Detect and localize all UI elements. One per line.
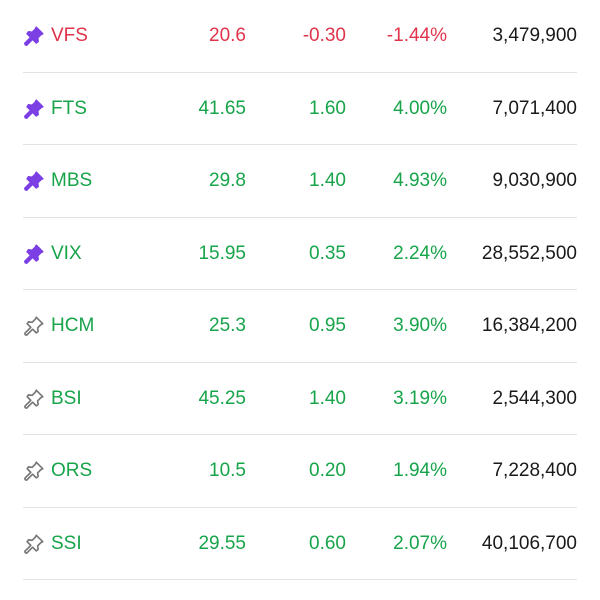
stock-symbol[interactable]: FTS: [51, 73, 87, 145]
watchlist-row[interactable]: FTS 41.65 1.60 4.00% 7,071,400: [23, 73, 577, 145]
stock-symbol[interactable]: SSI: [51, 508, 82, 580]
pin-filled-icon: [24, 171, 44, 191]
stock-price: 41.65: [198, 97, 246, 119]
pin-icon[interactable]: [23, 460, 45, 482]
stock-volume: 40,106,700: [481, 532, 577, 554]
stock-price: 20.6: [209, 25, 246, 46]
watchlist-row[interactable]: HCM 25.3 0.95 3.90% 16,384,200: [23, 290, 577, 363]
stock-price: 29.55: [198, 532, 246, 554]
stock-change: 0.95: [309, 315, 346, 336]
watchlist-row[interactable]: VFS 20.6 -0.30 -1.44% 3,479,900: [23, 0, 577, 73]
stock-change-percent: 3.90%: [393, 315, 447, 336]
stock-volume: 2,544,300: [492, 387, 577, 409]
pin-icon[interactable]: [23, 25, 45, 47]
stock-symbol[interactable]: ORS: [51, 435, 92, 507]
pin-outline-icon: [24, 533, 44, 554]
watchlist-row[interactable]: BSI 45.25 1.40 3.19% 2,544,300: [23, 363, 577, 435]
stock-symbol[interactable]: MBS: [51, 145, 92, 217]
stock-change: 1.60: [309, 97, 346, 119]
pin-filled-icon: [24, 98, 44, 119]
stock-change-percent: 2.24%: [393, 242, 447, 264]
stock-volume: 7,071,400: [492, 97, 577, 119]
pin-icon[interactable]: [23, 243, 45, 265]
stock-change-percent: 1.94%: [393, 460, 447, 481]
stock-change-percent: 3.19%: [393, 387, 447, 409]
stock-volume: 28,552,500: [481, 242, 577, 264]
pin-icon[interactable]: [23, 533, 45, 555]
stock-price: 45.25: [198, 387, 246, 409]
pin-outline-icon: [24, 316, 44, 336]
stock-change: 1.40: [309, 170, 346, 191]
stock-change-percent: 2.07%: [393, 532, 447, 554]
stock-change-percent: 4.00%: [393, 97, 447, 119]
stock-change: 0.20: [309, 460, 346, 481]
pin-filled-icon: [24, 243, 44, 264]
stock-change: 0.35: [309, 242, 346, 264]
pin-icon[interactable]: [23, 388, 45, 410]
stock-volume: 16,384,200: [481, 315, 577, 336]
stock-price: 10.5: [209, 460, 246, 481]
pin-outline-icon: [24, 461, 44, 481]
stock-symbol[interactable]: HCM: [51, 290, 94, 362]
pin-icon[interactable]: [23, 315, 45, 337]
watchlist-row[interactable]: VIX 15.95 0.35 2.24% 28,552,500: [23, 218, 577, 290]
pin-icon[interactable]: [23, 98, 45, 120]
stock-price: 29.8: [209, 170, 246, 191]
stock-symbol[interactable]: BSI: [51, 363, 82, 435]
stock-volume: 3,479,900: [492, 25, 577, 46]
stock-change: -0.30: [302, 25, 346, 46]
stock-change-percent: 4.93%: [393, 170, 447, 191]
stock-price: 15.95: [198, 242, 246, 264]
stock-change: 1.40: [309, 387, 346, 409]
pin-outline-icon: [24, 388, 44, 409]
stock-symbol[interactable]: VFS: [51, 0, 88, 72]
stock-price: 25.3: [209, 315, 246, 336]
watchlist-row[interactable]: ORS 10.5 0.20 1.94% 7,228,400: [23, 435, 577, 508]
watchlist-row[interactable]: MBS 29.8 1.40 4.93% 9,030,900: [23, 145, 577, 218]
stock-change: 0.60: [309, 532, 346, 554]
stock-volume: 7,228,400: [492, 460, 577, 481]
watchlist: VFS 20.6 -0.30 -1.44% 3,479,900 FTS 41.6…: [0, 0, 600, 580]
watchlist-row[interactable]: SSI 29.55 0.60 2.07% 40,106,700: [23, 508, 577, 580]
pin-filled-icon: [24, 26, 44, 46]
stock-volume: 9,030,900: [492, 170, 577, 191]
stock-symbol[interactable]: VIX: [51, 218, 82, 290]
stock-change-percent: -1.44%: [386, 25, 447, 46]
pin-icon[interactable]: [23, 170, 45, 192]
